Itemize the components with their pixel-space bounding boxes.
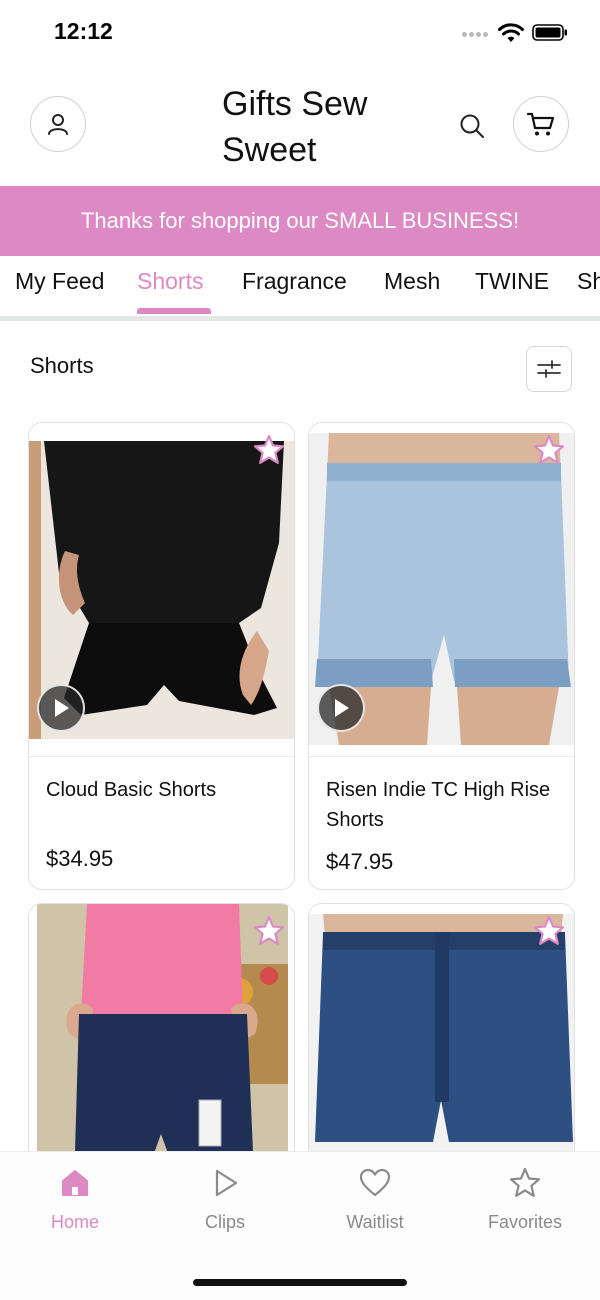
heart-icon	[359, 1168, 391, 1197]
favorite-star-icon[interactable]	[532, 914, 566, 948]
sliders-icon	[537, 360, 561, 378]
card-divider	[309, 756, 574, 757]
product-price: $47.95	[326, 849, 394, 874]
favorite-star-icon[interactable]	[252, 433, 286, 467]
play-icon	[55, 699, 69, 717]
nav-home[interactable]: Home	[0, 1166, 150, 1233]
nav-favorites[interactable]: Favorites	[450, 1166, 600, 1233]
cart-icon	[526, 112, 555, 136]
app-header: Gifts Sew Sweet	[0, 66, 600, 186]
tab-twine[interactable]: TWINE	[475, 268, 549, 295]
card-divider	[29, 756, 294, 757]
product-name[interactable]: Cloud Basic Shorts	[46, 775, 281, 805]
store-title: Gifts Sew Sweet	[222, 85, 368, 169]
tab-my-feed[interactable]: My Feed	[15, 268, 104, 295]
status-bar: 12:12	[0, 0, 600, 66]
product-price: $34.95	[46, 846, 114, 871]
status-time: 12:12	[54, 18, 113, 44]
product-card[interactable]: Cloud Basic Shorts $34.95	[28, 422, 295, 890]
nav-clips-label: Clips	[204, 1212, 245, 1232]
favorite-star-icon[interactable]	[532, 433, 566, 467]
wifi-icon	[498, 23, 524, 42]
tab-fragrance[interactable]: Fragrance	[242, 268, 347, 295]
active-tab-indicator	[137, 308, 211, 314]
play-video-button[interactable]	[317, 684, 365, 732]
section-title: Shorts	[30, 353, 94, 378]
product-image[interactable]	[29, 423, 294, 755]
play-video-button[interactable]	[37, 684, 85, 732]
tab-partial[interactable]: Sh	[577, 268, 600, 295]
promo-banner: Thanks for shopping our SMALL BUSINESS!	[0, 186, 600, 256]
nav-clips[interactable]: Clips	[150, 1166, 300, 1233]
search-icon	[460, 114, 484, 138]
signal-icon	[462, 32, 490, 40]
star-icon	[509, 1167, 541, 1197]
home-indicator	[193, 1279, 407, 1286]
search-button[interactable]	[456, 110, 488, 142]
favorite-star-icon[interactable]	[252, 914, 286, 948]
tabs-divider	[0, 316, 600, 321]
nav-waitlist[interactable]: Waitlist	[300, 1166, 450, 1233]
home-icon	[62, 1170, 88, 1196]
bottom-navigation: Home Clips Waitlist Favorites	[0, 1151, 600, 1300]
nav-favorites-label: Favorites	[487, 1212, 563, 1232]
product-card[interactable]: Risen Indie TC High Rise Shorts $47.95	[308, 422, 575, 890]
play-icon	[215, 1169, 238, 1197]
battery-icon	[532, 24, 567, 41]
filter-button[interactable]	[526, 346, 572, 392]
account-button[interactable]	[30, 96, 86, 152]
nav-waitlist-label: Waitlist	[346, 1212, 404, 1232]
person-icon	[48, 114, 68, 135]
product-image[interactable]	[309, 423, 574, 755]
banner-text: Thanks for shopping our SMALL BUSINESS!	[80, 208, 520, 233]
nav-home-label: Home	[50, 1212, 99, 1232]
tab-shorts[interactable]: Shorts	[137, 268, 203, 295]
play-icon	[335, 699, 349, 717]
tab-mesh[interactable]: Mesh	[384, 268, 440, 295]
cart-button[interactable]	[513, 96, 569, 152]
product-name[interactable]: Risen Indie TC High Rise Shorts	[326, 775, 561, 835]
category-tabs: My Feed Shorts Fragrance Mesh TWINE Sh	[0, 256, 600, 318]
